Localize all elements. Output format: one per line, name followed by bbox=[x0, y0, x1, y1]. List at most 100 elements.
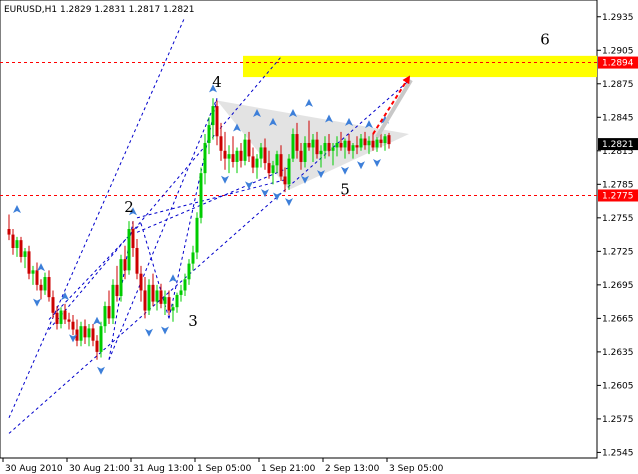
candle-body bbox=[67, 319, 71, 322]
wave-label: 5 bbox=[340, 180, 350, 198]
candle-body bbox=[143, 290, 147, 311]
candle-body bbox=[175, 294, 179, 308]
candle-body bbox=[207, 125, 211, 143]
candle-body bbox=[375, 139, 379, 148]
candle-body bbox=[239, 150, 243, 161]
candle-body bbox=[27, 251, 31, 274]
candle-body bbox=[195, 217, 199, 253]
candle-body bbox=[279, 154, 283, 177]
candle-body bbox=[247, 139, 251, 157]
candle-body bbox=[371, 140, 375, 148]
candle-body bbox=[383, 136, 387, 143]
y-tick-label: 1.2755 bbox=[602, 214, 634, 224]
y-tick-label: 1.2635 bbox=[602, 348, 634, 358]
candle-body bbox=[115, 284, 119, 297]
y-tick-label: 1.2665 bbox=[602, 314, 634, 324]
candle-body bbox=[295, 134, 299, 151]
candle-body bbox=[111, 284, 115, 319]
candle-body bbox=[51, 297, 55, 313]
chart-title: EURUSD,H1 1.2829 1.2831 1.2817 1.2821 bbox=[4, 5, 195, 15]
candle-body bbox=[307, 142, 311, 148]
candle-body bbox=[163, 297, 167, 304]
candle-body bbox=[271, 165, 275, 174]
candle-body bbox=[255, 158, 259, 168]
candle-body bbox=[359, 138, 363, 148]
candle-body bbox=[387, 135, 391, 145]
candle-body bbox=[251, 156, 255, 168]
candle-body bbox=[91, 328, 95, 341]
x-tick-label: 2 Sep 13:00 bbox=[325, 464, 380, 474]
candle-body bbox=[319, 150, 323, 155]
candle-body bbox=[107, 306, 111, 319]
candle-body bbox=[223, 150, 227, 159]
wave-label: 2 bbox=[124, 198, 134, 216]
candle-body bbox=[263, 147, 267, 164]
x-tick-label: 30 Aug 21:00 bbox=[69, 464, 130, 474]
wave-label: 4 bbox=[212, 73, 222, 91]
target-zone bbox=[243, 55, 597, 78]
candle-body bbox=[243, 139, 247, 161]
candle-body bbox=[43, 277, 47, 291]
y-tick-label: 1.2845 bbox=[602, 113, 634, 123]
price-tag-label: 1.2775 bbox=[602, 191, 634, 201]
candle-body bbox=[87, 328, 91, 338]
candle-body bbox=[135, 247, 139, 274]
chart-window: 23456 1.2935 1.2905 1.2875 1.2845 1.2815 1.27… bbox=[0, 0, 638, 474]
candle-body bbox=[275, 154, 279, 166]
candle-body bbox=[83, 326, 87, 338]
candle-body bbox=[367, 140, 371, 146]
candle-body bbox=[103, 306, 107, 327]
y-tick-label: 1.2605 bbox=[602, 381, 634, 391]
candle-body bbox=[55, 312, 59, 324]
price-tag-label: 1.2894 bbox=[602, 59, 634, 69]
candle-body bbox=[287, 158, 291, 185]
candle-body bbox=[215, 106, 219, 137]
y-tick-label: 1.2695 bbox=[602, 281, 634, 291]
price-tag-label: 1.2821 bbox=[602, 140, 634, 150]
candle-body bbox=[259, 147, 263, 159]
candle-body bbox=[35, 270, 39, 285]
y-tick-label: 1.2725 bbox=[602, 247, 634, 257]
x-tick-label: 30 Aug 2010 bbox=[5, 464, 63, 474]
y-tick-label: 1.2875 bbox=[602, 80, 634, 90]
candle-body bbox=[187, 263, 191, 280]
candle-body bbox=[379, 139, 383, 143]
candle-body bbox=[355, 145, 359, 148]
y-tick-label: 1.2575 bbox=[602, 415, 634, 425]
candle-body bbox=[299, 150, 303, 162]
x-tick-label: 3 Sep 05:00 bbox=[389, 464, 444, 474]
candle-body bbox=[71, 321, 75, 330]
candle-body bbox=[335, 142, 339, 148]
candle-body bbox=[47, 277, 51, 298]
candle-body bbox=[203, 142, 207, 174]
candle-body bbox=[343, 140, 347, 148]
candle-body bbox=[11, 234, 15, 248]
candle-body bbox=[147, 284, 151, 311]
candle-body bbox=[39, 284, 43, 291]
candle-body bbox=[339, 142, 343, 148]
candle-body bbox=[283, 176, 287, 185]
y-tick-label: 1.2785 bbox=[602, 180, 634, 190]
candle-body bbox=[95, 340, 99, 352]
y-tick-label: 1.2935 bbox=[602, 13, 634, 23]
candle-body bbox=[183, 279, 187, 291]
candle-body bbox=[127, 229, 131, 271]
eurusd-h1-chart: 23456 1.29351.29051.28751.28451.28151.27… bbox=[0, 0, 638, 474]
candle-body bbox=[139, 273, 143, 291]
candle-body bbox=[179, 290, 183, 295]
candle-body bbox=[327, 142, 331, 151]
y-tick-label: 1.2905 bbox=[602, 46, 634, 56]
candle-body bbox=[155, 290, 159, 302]
candle-body bbox=[315, 139, 319, 155]
candle-body bbox=[7, 229, 11, 235]
candle-body bbox=[79, 326, 83, 341]
candle-body bbox=[131, 229, 135, 248]
candle-body bbox=[311, 139, 315, 148]
candle-body bbox=[15, 240, 19, 248]
candle-body bbox=[347, 140, 351, 151]
wave-label: 6 bbox=[540, 31, 550, 49]
candle-body bbox=[303, 142, 307, 162]
candle-body bbox=[59, 310, 63, 324]
candle-body bbox=[159, 290, 163, 304]
candle-body bbox=[231, 154, 235, 162]
